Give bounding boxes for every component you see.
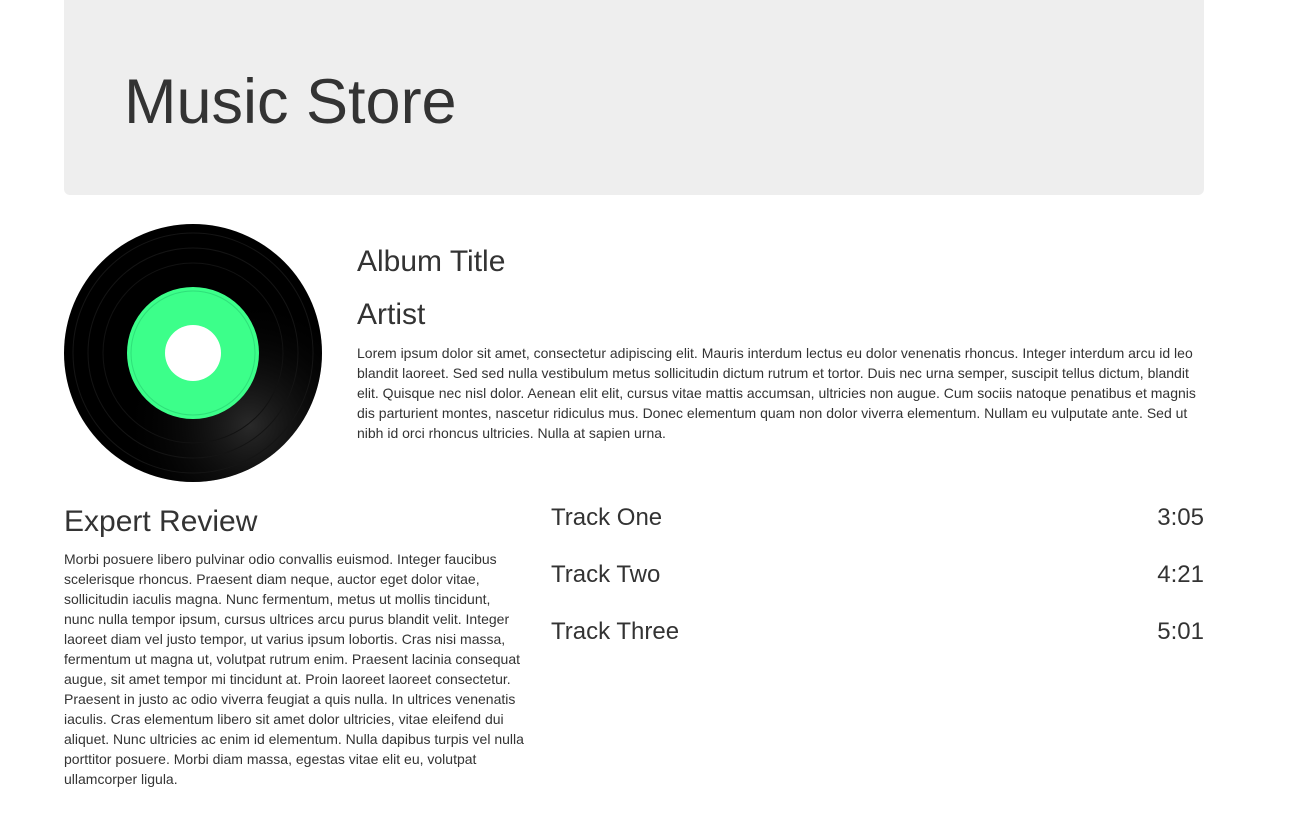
track-item[interactable]: Track Two 4:21 <box>551 555 1204 612</box>
header-banner: Music Store <box>64 0 1204 195</box>
album-info: Album Title Artist Lorem ipsum dolor sit… <box>357 240 1202 443</box>
track-name: Track Three <box>551 618 680 645</box>
site-title: Music Store <box>124 67 457 137</box>
track-duration: 3:05 <box>1157 504 1204 531</box>
album-description: Lorem ipsum dolor sit amet, consectetur … <box>357 345 1196 441</box>
track-name: Track One <box>551 504 663 531</box>
review-text: Morbi posuere libero pulvinar odio conva… <box>64 551 524 787</box>
vinyl-record-icon <box>64 224 324 484</box>
album-artist: Artist <box>357 298 426 331</box>
album-title: Album Title <box>357 245 506 278</box>
review-heading: Expert Review <box>64 505 258 538</box>
track-name: Track Two <box>551 561 661 588</box>
track-duration: 5:01 <box>1157 618 1204 645</box>
track-list: Track One 3:05 Track Two 4:21 Track Thre… <box>551 498 1204 669</box>
track-item[interactable]: Track Three 5:01 <box>551 612 1204 669</box>
expert-review: Expert Review Morbi posuere libero pulvi… <box>64 500 524 789</box>
track-item[interactable]: Track One 3:05 <box>551 498 1204 555</box>
track-duration: 4:21 <box>1157 561 1204 588</box>
